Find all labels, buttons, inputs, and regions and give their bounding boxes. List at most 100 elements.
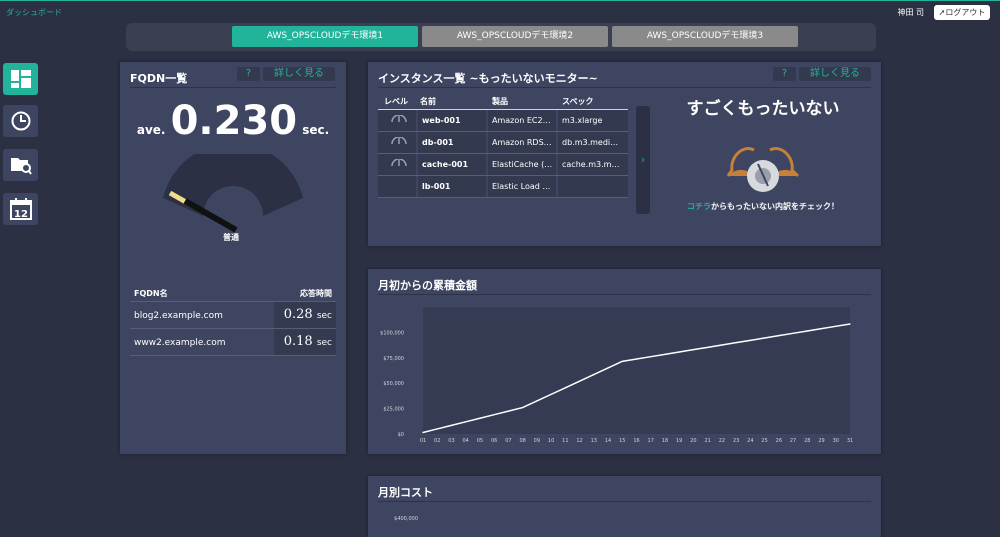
data-point (835, 325, 837, 327)
response-time: 0.28 sec (274, 302, 336, 328)
sidebar-item-search[interactable] (3, 149, 38, 181)
calendar-icon: 12 (9, 198, 32, 220)
fqdn-more-button[interactable]: 詳しく見る (263, 67, 335, 81)
col-name: 名前 (420, 97, 436, 106)
fqdn-table: FQDN名 応答時間 blog2.example.com 0.28 sec ww… (130, 280, 336, 356)
tab-env-1[interactable]: AWS_OPSCLOUDデモ環境1 (232, 26, 418, 47)
divider (378, 294, 871, 295)
y-tick-label: $50,000 (383, 381, 404, 387)
data-point (664, 353, 666, 355)
data-point (764, 337, 766, 339)
logout-button[interactable]: ➚ログアウト (934, 5, 990, 20)
col-level: レベル (384, 97, 408, 106)
instance-help-button[interactable]: ? (773, 67, 796, 81)
x-tick-label: 03 (448, 438, 454, 444)
x-tick-label: 06 (491, 438, 497, 444)
mottainai-check-link[interactable]: コチラ (687, 202, 711, 211)
table-row[interactable]: web-001 Amazon EC2… m3.xlarge (378, 110, 628, 132)
data-point (564, 387, 566, 389)
monthly-title: 月別コスト (378, 486, 433, 499)
data-point (820, 328, 823, 330)
sidebar-item-dashboard[interactable] (3, 63, 38, 95)
x-tick-label: 21 (704, 438, 710, 444)
monthly-cost-panel: 月別コスト $400,000 (368, 476, 881, 537)
instance-table: レベル 名前 製品 スペック web-001 Amazon EC2… m3.xl… (378, 92, 628, 198)
data-point (536, 400, 538, 402)
data-point (650, 356, 652, 358)
x-tick-label: 24 (747, 438, 753, 444)
data-point (479, 417, 481, 419)
table-row[interactable]: www2.example.com 0.18 sec (130, 329, 336, 356)
instance-spec: m3.xlarge (558, 110, 628, 131)
calendar-day: 12 (14, 209, 28, 220)
x-tick-label: 28 (804, 438, 810, 444)
data-point (707, 346, 709, 348)
y-tick-label: $75,000 (383, 356, 404, 362)
x-tick-label: 19 (676, 438, 682, 444)
sidebar-item-history[interactable] (3, 105, 38, 137)
mottainai-ghost-icon (726, 147, 800, 192)
x-tick-label: 12 (576, 438, 582, 444)
environment-tab-bar: AWS_OPSCLOUDデモ環境1 AWS_OPSCLOUDデモ環境2 AWS_… (126, 23, 876, 51)
data-point (792, 332, 794, 334)
breadcrumb[interactable]: ダッシュボード (6, 7, 62, 18)
tab-env-3[interactable]: AWS_OPSCLOUDデモ環境3 (612, 26, 798, 47)
monthly-y-tick: $400,000 (394, 516, 418, 522)
data-point (436, 428, 438, 430)
data-point (849, 323, 851, 325)
response-time: 0.18 sec (274, 329, 336, 355)
x-tick-label: 26 (776, 438, 782, 444)
x-tick-label: 14 (605, 438, 611, 444)
fqdn-help-button[interactable]: ? (237, 67, 260, 81)
data-point (692, 349, 695, 351)
col-response-time: 応答時間 (300, 289, 332, 298)
dashboard-icon (10, 70, 31, 88)
tab-env-2[interactable]: AWS_OPSCLOUDデモ環境2 (422, 26, 608, 47)
data-point (422, 431, 424, 434)
x-tick-label: 16 (633, 438, 639, 444)
x-tick-label: 29 (818, 438, 824, 444)
sidebar-item-calendar[interactable]: 12 (3, 193, 38, 225)
divider (378, 87, 871, 88)
x-tick-label: 09 (534, 438, 540, 444)
x-tick-label: 07 (505, 438, 511, 444)
instance-panel: インスタンス一覧 ~もったいないモニター~ ? 詳しく見る レベル 名前 製品 … (368, 62, 881, 246)
data-point (635, 358, 638, 360)
fqdn-table-header: FQDN名 応答時間 (130, 280, 336, 302)
table-row[interactable]: db-001 Amazon RDS… db.m3.medi… (378, 132, 628, 154)
col-spec: スペック (562, 97, 594, 106)
instance-panel-title: インスタンス一覧 ~もったいないモニター~ (378, 72, 598, 85)
plot-area (423, 307, 850, 434)
data-point (522, 406, 524, 409)
data-point (721, 344, 723, 346)
table-row[interactable]: lb-001 Elastic Load … (378, 176, 628, 198)
folder-search-icon (10, 158, 32, 175)
x-tick-label: 20 (690, 438, 696, 444)
logout-label: ログアウト (945, 8, 986, 17)
user-name: 神田 司 (897, 8, 924, 17)
fqdn-name: www2.example.com (134, 338, 226, 348)
x-tick-label: 31 (847, 438, 853, 444)
data-point (778, 335, 780, 337)
table-row[interactable]: cache-001 ElastiCache (… cache.m3.m… (378, 154, 628, 176)
x-tick-label: 23 (733, 438, 739, 444)
data-point (607, 367, 609, 369)
avg-prefix: ave. (136, 123, 166, 137)
data-point (507, 410, 509, 412)
instance-name: web-001 (418, 110, 486, 131)
instance-product: Elastic Load … (488, 176, 556, 197)
average-response: ave. 0.230 sec. (120, 98, 346, 144)
mottainai-check-text: コチラからもったいない内訳をチェック！ (687, 202, 839, 211)
next-page-button[interactable]: › (636, 106, 650, 214)
data-point (735, 342, 737, 344)
instance-name: lb-001 (418, 176, 486, 197)
mottainai-summary: すごくもったいない コチラからもったいない内訳をチェック！ (658, 94, 868, 212)
divider (130, 87, 336, 88)
x-tick-label: 25 (761, 438, 767, 444)
table-row[interactable]: blog2.example.com 0.28 sec (130, 302, 336, 329)
instance-product: Amazon RDS… (488, 132, 556, 153)
instance-more-button[interactable]: 詳しく見る (799, 67, 871, 81)
instance-product: ElastiCache (… (488, 154, 556, 175)
x-tick-label: 01 (420, 438, 426, 444)
level-icon (378, 110, 416, 131)
